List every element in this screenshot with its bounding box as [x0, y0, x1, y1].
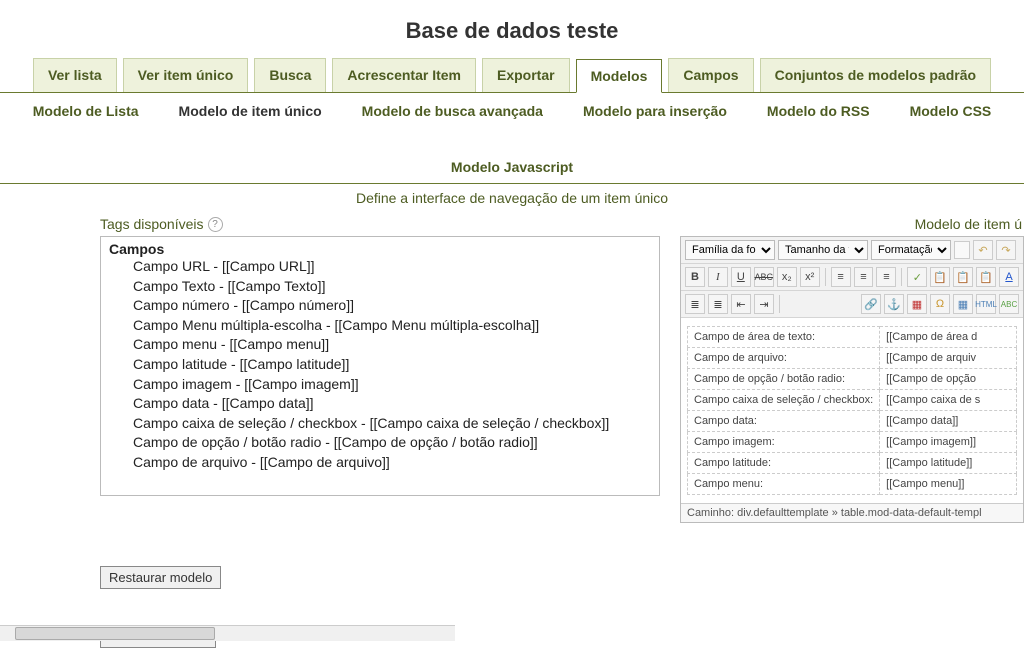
- toolbar-spacer: [954, 241, 970, 259]
- horizontal-scrollbar[interactable]: [0, 625, 455, 641]
- table-row: Campo caixa de seleção / checkbox:[[Camp…: [688, 390, 1017, 411]
- tag-item[interactable]: Campo de arquivo - [[Campo de arquivo]]: [109, 453, 651, 473]
- table-row: Campo latitude:[[Campo latitude]]: [688, 453, 1017, 474]
- strikethrough-icon[interactable]: ABC: [754, 267, 774, 287]
- table-row: Campo menu:[[Campo menu]]: [688, 474, 1017, 495]
- subtab-advanced-search[interactable]: Modelo de busca avançada: [362, 103, 543, 119]
- text-color-icon[interactable]: A: [999, 267, 1019, 287]
- spellcheck-icon[interactable]: ABC: [999, 294, 1019, 314]
- tab-view-single[interactable]: Ver item único: [123, 58, 249, 92]
- rich-text-editor: Família da font Tamanho da fo Formatação…: [680, 236, 1024, 523]
- special-char-icon[interactable]: Ω: [930, 294, 950, 314]
- paste-icon[interactable]: 📋: [930, 267, 950, 287]
- table-row: Campo de arquivo:[[Campo de arquiv: [688, 348, 1017, 369]
- primary-tabs: Ver lista Ver item único Busca Acrescent…: [0, 58, 1024, 93]
- tag-item[interactable]: Campo menu - [[Campo menu]]: [109, 335, 651, 355]
- tab-templates[interactable]: Modelos: [576, 59, 663, 93]
- table-row: Campo de área de texto:[[Campo de área d: [688, 327, 1017, 348]
- underline-icon[interactable]: U: [731, 267, 751, 287]
- editor-label: Modelo de item ú: [680, 216, 1024, 232]
- help-icon[interactable]: ?: [208, 217, 223, 232]
- table-row: Campo imagem:[[Campo imagem]]: [688, 432, 1017, 453]
- tab-add-item[interactable]: Acrescentar Item: [332, 58, 476, 92]
- tag-item[interactable]: Campo de opção / botão radio - [[Campo d…: [109, 433, 651, 453]
- clean-icon[interactable]: ✓: [907, 267, 927, 287]
- tag-item[interactable]: Campo caixa de seleção / checkbox - [[Ca…: [109, 414, 651, 434]
- redo-icon[interactable]: ↷: [996, 240, 1016, 260]
- editor-content-area[interactable]: Campo de área de texto:[[Campo de área d…: [681, 318, 1023, 503]
- tab-view-list[interactable]: Ver lista: [33, 58, 117, 92]
- editor-toolbar-row-2: B I U ABC x₂ x² ≡ ≡ ≡ ✓ 📋 📋 📋 A: [681, 264, 1023, 291]
- align-right-icon[interactable]: ≡: [876, 267, 896, 287]
- paste-text-icon[interactable]: 📋: [953, 267, 973, 287]
- subtab-css-template[interactable]: Modelo CSS: [910, 103, 992, 119]
- tab-export[interactable]: Exportar: [482, 58, 570, 92]
- tag-item[interactable]: Campo URL - [[Campo URL]]: [109, 257, 651, 277]
- number-list-icon[interactable]: ≣: [708, 294, 728, 314]
- tag-item[interactable]: Campo Texto - [[Campo Texto]]: [109, 277, 651, 297]
- bullet-list-icon[interactable]: ≣: [685, 294, 705, 314]
- scrollbar-thumb[interactable]: [15, 627, 215, 640]
- image-icon[interactable]: ▦: [907, 294, 927, 314]
- tab-search[interactable]: Busca: [254, 58, 326, 92]
- subtab-single-template[interactable]: Modelo de item único: [179, 103, 322, 119]
- tab-fields[interactable]: Campos: [668, 58, 753, 92]
- editor-element-path[interactable]: Caminho: div.defaulttemplate » table.mod…: [681, 503, 1023, 522]
- font-size-select[interactable]: Tamanho da fo: [778, 240, 868, 260]
- editor-toolbar-row-3: ≣ ≣ ⇤ ⇥ 🔗 ⚓ ▦ Ω ▦ HTML ABC: [681, 291, 1023, 318]
- tag-item[interactable]: Campo latitude - [[Campo latitude]]: [109, 355, 651, 375]
- tags-available-label: Tags disponíveis ?: [100, 216, 660, 232]
- superscript-icon[interactable]: x²: [800, 267, 820, 287]
- table-row: Campo de opção / botão radio:[[Campo de …: [688, 369, 1017, 390]
- paste-word-icon[interactable]: 📋: [976, 267, 996, 287]
- subtab-js-template[interactable]: Modelo Javascript: [451, 159, 573, 175]
- template-table: Campo de área de texto:[[Campo de área d…: [687, 326, 1017, 495]
- tag-item[interactable]: Campo data - [[Campo data]]: [109, 394, 651, 414]
- subtab-rss-template[interactable]: Modelo do RSS: [767, 103, 870, 119]
- page-title: Base de dados teste: [0, 0, 1024, 58]
- undo-icon[interactable]: ↶: [973, 240, 993, 260]
- editor-toolbar-row-1: Família da font Tamanho da fo Formatação…: [681, 237, 1023, 264]
- tag-item[interactable]: Campo Menu múltipla-escolha - [[Campo Me…: [109, 316, 651, 336]
- tab-template-sets[interactable]: Conjuntos de modelos padrão: [760, 58, 991, 92]
- available-tags-list[interactable]: Campos Campo URL - [[Campo URL]] Campo T…: [100, 236, 660, 496]
- bold-icon[interactable]: B: [685, 267, 705, 287]
- indent-icon[interactable]: ⇥: [754, 294, 774, 314]
- align-left-icon[interactable]: ≡: [831, 267, 851, 287]
- anchor-icon[interactable]: ⚓: [884, 294, 904, 314]
- table-icon[interactable]: ▦: [953, 294, 973, 314]
- subtab-add-template[interactable]: Modelo para inserção: [583, 103, 727, 119]
- tag-item[interactable]: Campo número - [[Campo número]]: [109, 296, 651, 316]
- restore-template-button[interactable]: Restaurar modelo: [100, 566, 221, 589]
- subscript-icon[interactable]: x₂: [777, 267, 797, 287]
- subtab-list-template[interactable]: Modelo de Lista: [33, 103, 139, 119]
- align-center-icon[interactable]: ≡: [854, 267, 874, 287]
- secondary-tabs: Modelo de Lista Modelo de item único Mod…: [0, 93, 1024, 184]
- tags-section-header: Campos: [109, 241, 651, 257]
- link-icon[interactable]: 🔗: [861, 294, 881, 314]
- outdent-icon[interactable]: ⇤: [731, 294, 751, 314]
- tag-item[interactable]: Campo imagem - [[Campo imagem]]: [109, 375, 651, 395]
- table-row: Campo data:[[Campo data]]: [688, 411, 1017, 432]
- italic-icon[interactable]: I: [708, 267, 728, 287]
- font-family-select[interactable]: Família da font: [685, 240, 775, 260]
- template-description: Define a interface de navegação de um it…: [0, 184, 1024, 216]
- html-icon[interactable]: HTML: [976, 294, 996, 314]
- format-select[interactable]: Formatação: [871, 240, 951, 260]
